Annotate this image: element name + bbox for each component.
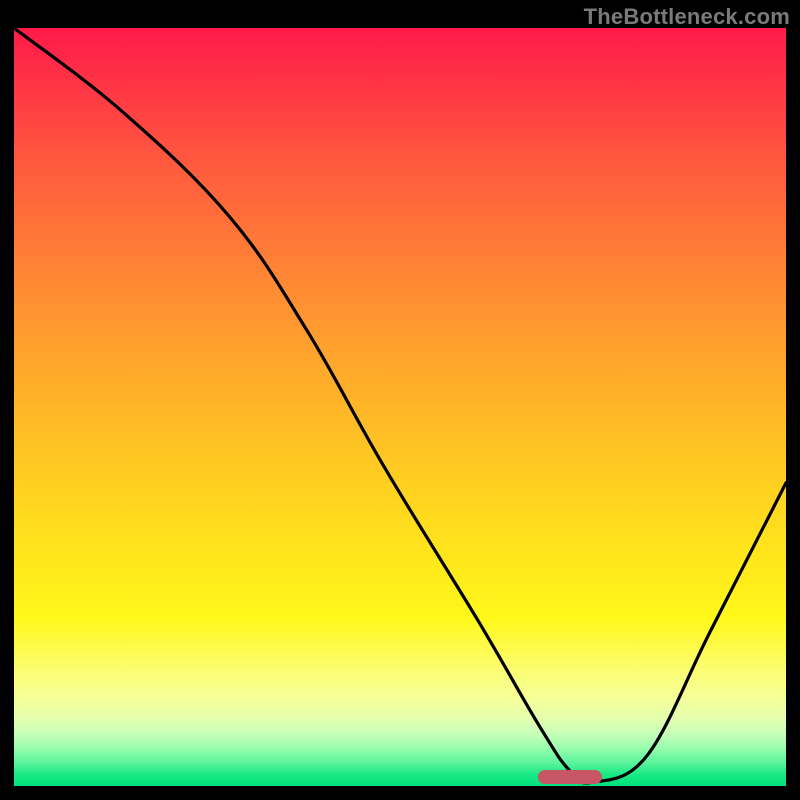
optimal-range-marker [538, 770, 602, 784]
plot-area [14, 28, 786, 786]
watermark-text: TheBottleneck.com [584, 4, 790, 30]
curve-path [14, 28, 786, 783]
bottleneck-curve [14, 28, 786, 786]
chart-container: TheBottleneck.com [0, 0, 800, 800]
